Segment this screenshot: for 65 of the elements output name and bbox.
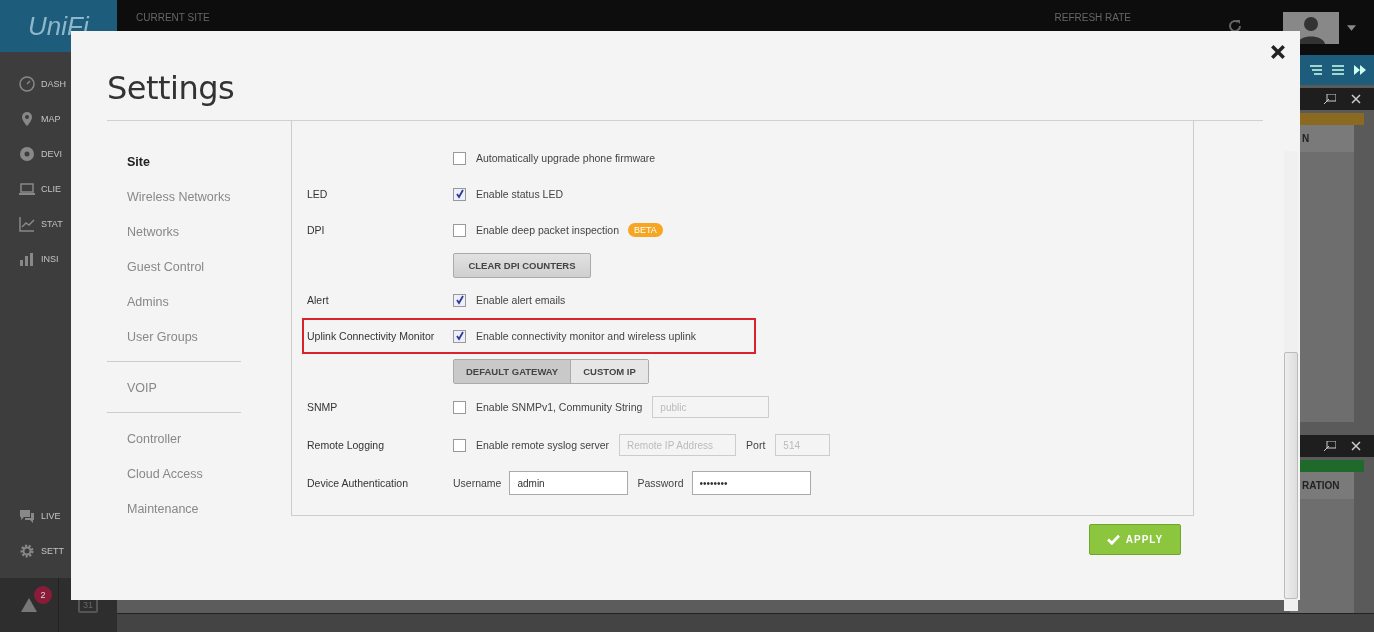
field-label: Username	[453, 477, 502, 489]
bar-chart-icon	[19, 250, 35, 267]
input-field[interactable]: 514	[775, 434, 831, 456]
setting-label: Uplink Connectivity Monitor	[307, 330, 435, 342]
setting-label: Remote Logging	[307, 439, 385, 451]
warning-icon	[21, 598, 37, 612]
field-label: Port	[746, 439, 766, 451]
setting-label: SNMP	[307, 401, 338, 413]
setting-label: LED	[307, 188, 328, 200]
chat-icon	[19, 507, 35, 524]
checkbox-label: Enable alert emails	[476, 294, 566, 306]
logo: UniFi	[28, 10, 89, 42]
setting-label: Device Authentication	[307, 477, 408, 489]
checkbox[interactable]	[453, 151, 466, 165]
segment-button[interactable]: DEFAULT GATEWAY	[454, 359, 572, 383]
sidebar-item[interactable]: SETT	[0, 533, 117, 568]
clear-counters-button[interactable]: CLEAR DPI COUNTERS	[453, 252, 591, 278]
popout-icon[interactable]	[1324, 94, 1336, 104]
check-icon	[1106, 534, 1120, 545]
laptop-icon	[19, 180, 35, 197]
alert-count-badge: 2	[34, 586, 52, 604]
checkbox[interactable]	[453, 223, 466, 237]
map-pin-icon	[19, 110, 35, 127]
setting-label: Alert	[307, 294, 329, 306]
input-field[interactable]: Remote IP Address	[619, 434, 737, 456]
checkbox-label: Automatically upgrade phone firmware	[476, 152, 656, 164]
settings-nav-item[interactable]: Cloud Access	[107, 456, 203, 491]
input-field[interactable]: ••••••••	[691, 471, 811, 495]
popout-icon[interactable]	[1324, 441, 1336, 451]
current-site-label: CURRENT SITE	[136, 12, 210, 23]
beta-badge: BETA	[628, 223, 663, 237]
input-field[interactable]: public	[652, 396, 770, 418]
checkbox[interactable]	[453, 438, 466, 452]
checkbox[interactable]	[453, 187, 466, 201]
input-field[interactable]: admin	[509, 471, 629, 495]
settings-nav-item[interactable]: Controller	[107, 421, 182, 456]
checkbox-label: Enable deep packet inspection	[476, 224, 620, 236]
menu-icon[interactable]	[1332, 65, 1344, 75]
alerts-button[interactable]: 2	[0, 578, 59, 632]
fast-forward-icon[interactable]	[1354, 65, 1366, 75]
line-chart-icon	[19, 215, 35, 232]
settings-nav-item[interactable]: User Groups	[107, 319, 198, 354]
gauge-icon	[19, 75, 35, 92]
checkbox-label: Enable SNMPv1, Community String	[476, 401, 643, 413]
checkbox[interactable]	[453, 329, 466, 343]
checkbox-label: Enable connectivity monitor and wireless uplink	[476, 330, 697, 342]
field-label: Password	[637, 477, 684, 489]
segment-button[interactable]: CUSTOM IP	[571, 359, 648, 383]
refresh-icon[interactable]	[1227, 18, 1243, 34]
settings-nav-item[interactable]: VOIP	[107, 370, 157, 405]
refresh-rate-label: REFRESH RATE	[1054, 12, 1131, 23]
checkbox-label: Enable remote syslog server	[476, 439, 610, 451]
setting-label: DPI	[307, 224, 325, 236]
checkbox[interactable]	[453, 293, 466, 307]
gear-icon	[19, 542, 35, 559]
settings-nav-item[interactable]: Admins	[107, 284, 169, 319]
checkbox[interactable]	[453, 400, 466, 414]
close-icon[interactable]	[1270, 44, 1286, 60]
align-icon[interactable]	[1310, 65, 1322, 75]
checkbox-label: Enable status LED	[476, 188, 563, 200]
disc-icon	[19, 145, 35, 162]
caret-icon[interactable]	[1347, 25, 1356, 31]
vertical-scrollbar[interactable]	[1284, 151, 1298, 611]
dialog-title: Settings	[107, 69, 236, 109]
horizontal-scrollbar[interactable]	[117, 613, 1374, 632]
